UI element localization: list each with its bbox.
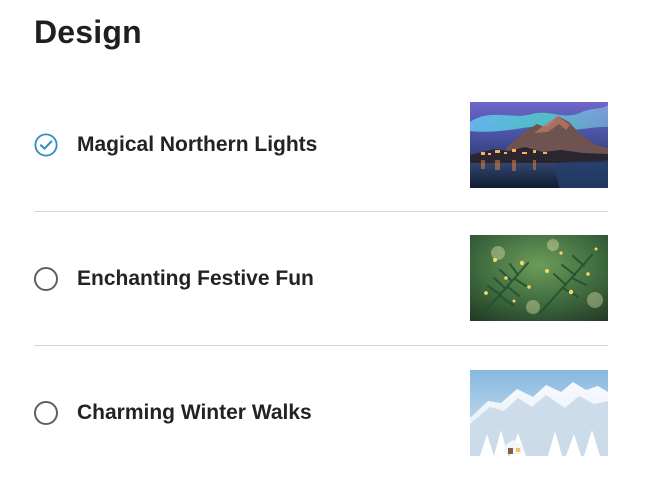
checked-radio-icon[interactable]: [34, 132, 58, 157]
section-title: Design: [34, 14, 142, 50]
design-options-list: Magical Northern Lights Enchanting Festi…: [34, 78, 608, 480]
unchecked-radio-icon[interactable]: [34, 266, 58, 291]
design-option-winter-walks[interactable]: Charming Winter Walks: [34, 346, 608, 480]
option-label: Magical Northern Lights: [77, 132, 318, 156]
option-label: Enchanting Festive Fun: [77, 266, 314, 290]
northern-lights-village-image: [470, 102, 608, 188]
design-option-northern-lights[interactable]: Magical Northern Lights: [34, 78, 608, 212]
snowy-mountain-forest-image: [470, 370, 608, 456]
unchecked-radio-icon[interactable]: [34, 401, 58, 425]
festive-pine-lights-image: [470, 235, 608, 321]
design-option-festive-fun[interactable]: Enchanting Festive Fun: [34, 212, 608, 346]
option-label: Charming Winter Walks: [77, 401, 312, 424]
